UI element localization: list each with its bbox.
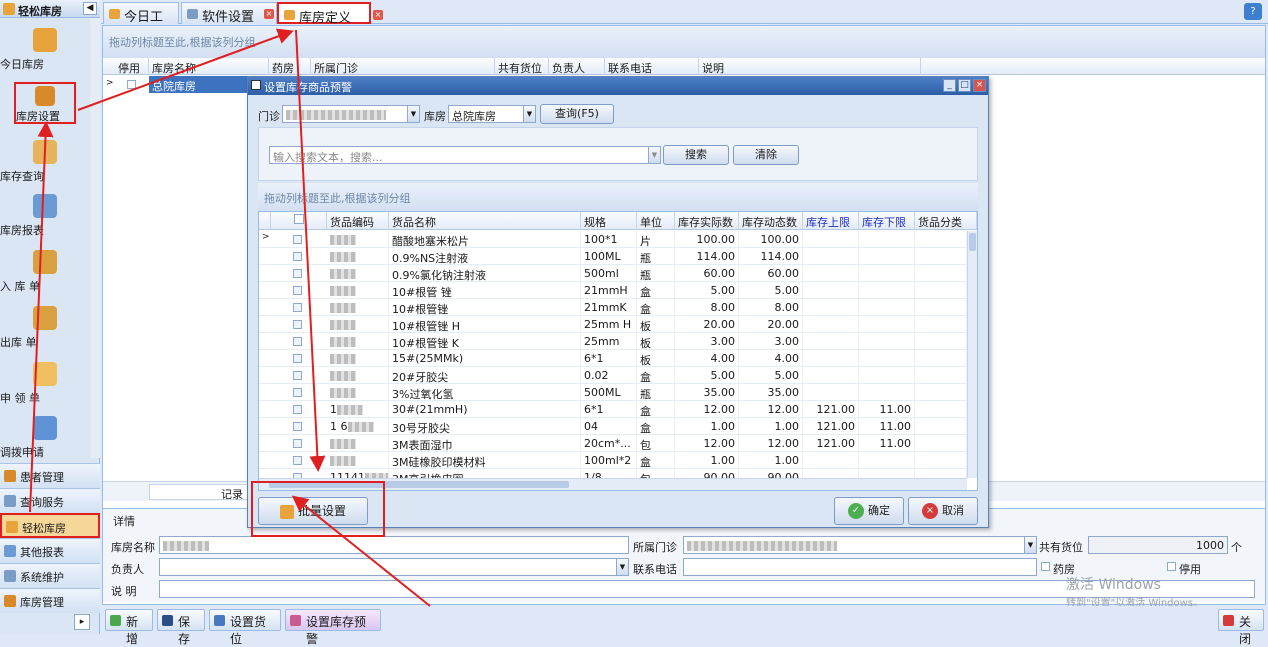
arrow-module-to-settings	[29, 121, 54, 513]
annotation-arrows	[29, 28, 431, 607]
arrow-tab-to-batch	[295, 29, 326, 472]
arrow-settings-to-tab	[77, 28, 294, 111]
arrow-toolbar-to-batch	[291, 495, 431, 607]
